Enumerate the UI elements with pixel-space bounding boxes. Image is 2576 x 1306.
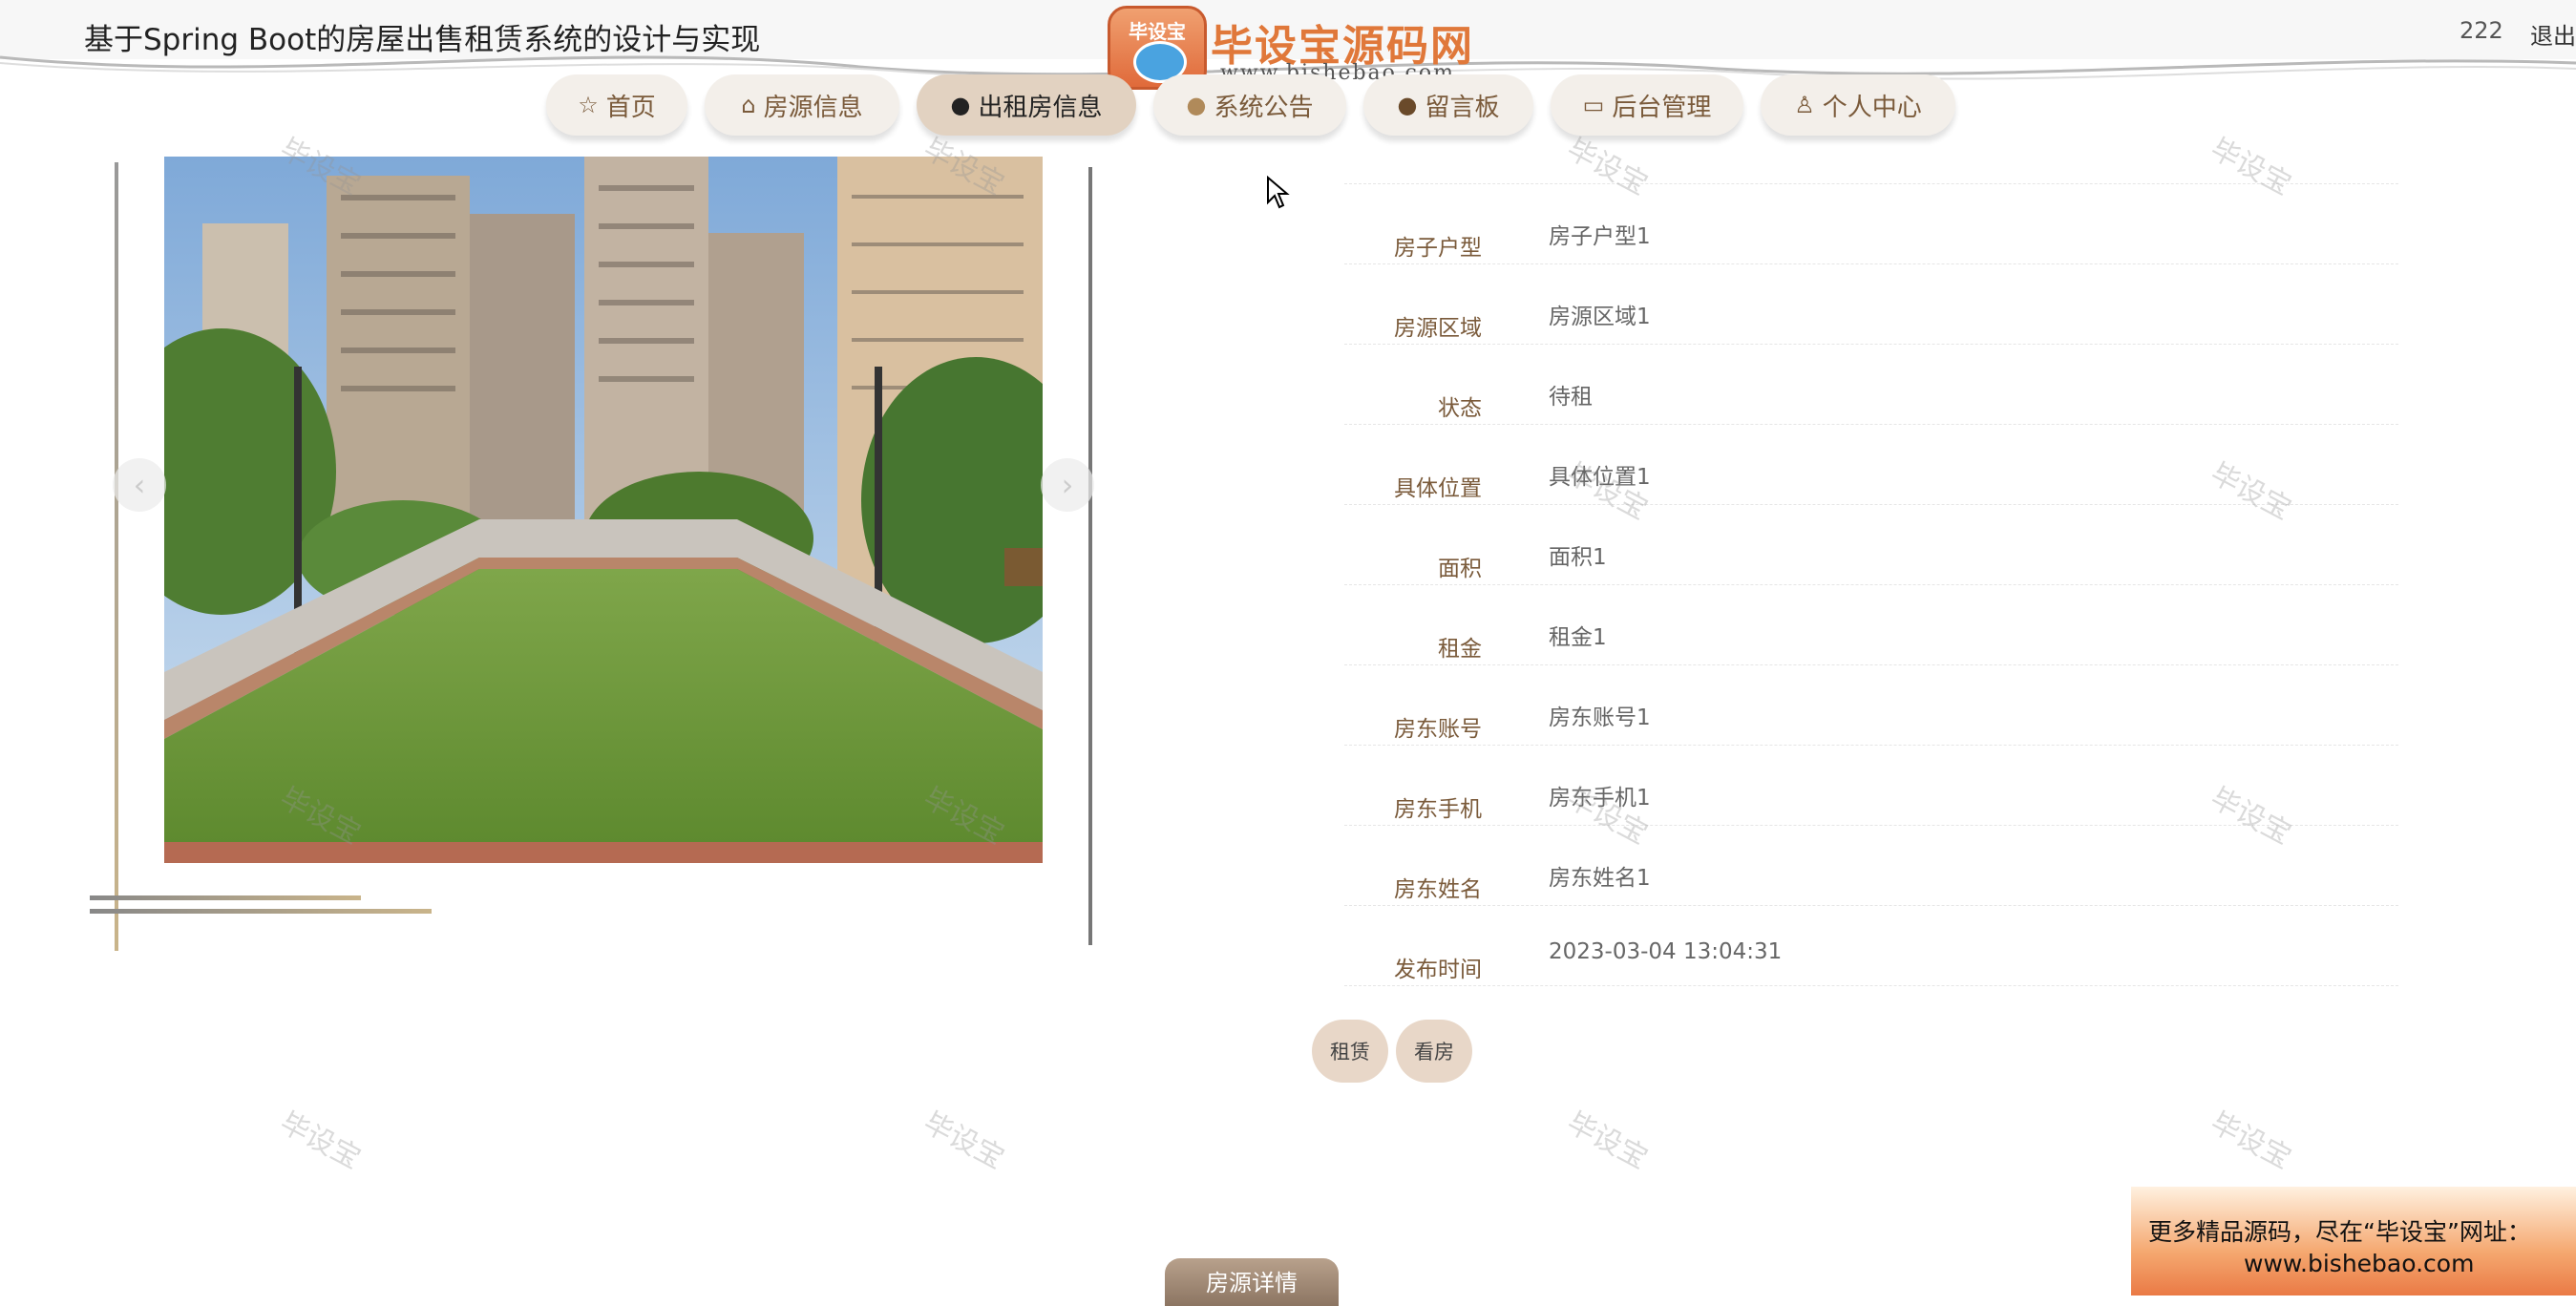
watermark-text: 毕设宝: [2205, 1106, 2297, 1176]
carousel-next-button[interactable]: ›: [1041, 458, 1094, 512]
property-detail-tab[interactable]: 房源详情: [1165, 1258, 1339, 1306]
nav-item-label: 出租房信息: [978, 93, 1103, 122]
detail-label: 房源区域: [1394, 316, 1482, 341]
promo-text: 更多精品源码，尽在“毕设宝”网址：: [2148, 1218, 2531, 1246]
detail-value: 房东账号1: [1549, 706, 1651, 730]
detail-label: 房东手机: [1394, 797, 1482, 822]
detail-value: 房源区域1: [1549, 305, 1651, 329]
chevron-right-icon: ›: [1061, 467, 1074, 503]
logout-link[interactable]: 退出: [2530, 17, 2576, 51]
site-title: 基于Spring Boot的房屋出售租赁系统的设计与实现: [84, 23, 761, 57]
nav-item-label: 个人中心: [1822, 93, 1922, 122]
promo-banner: 更多精品源码，尽在“毕设宝”网址： www.bishebao.com: [2131, 1187, 2576, 1295]
nav-item-label: 首页: [605, 93, 656, 122]
detail-row: 房源区域 房源区域1: [1344, 263, 2398, 345]
detail-label: 房东姓名: [1394, 877, 1482, 902]
detail-row: 面积 面积1: [1344, 504, 2398, 585]
detail-label: 房东账号: [1394, 717, 1482, 742]
rent-button[interactable]: 租赁: [1312, 1020, 1388, 1083]
nav-item-label: 房源信息: [763, 93, 863, 122]
carousel-prev-button[interactable]: ‹: [113, 458, 166, 512]
user-icon: ♙: [1794, 92, 1815, 118]
detail-row: 房子户型 房子户型1: [1344, 183, 2398, 264]
gallery-frame-right: [1088, 167, 1092, 945]
view-house-button[interactable]: 看房: [1396, 1020, 1472, 1083]
nav-item-label: 留言板: [1425, 93, 1500, 122]
detail-label: 具体位置: [1394, 476, 1482, 501]
nav-item-rentals[interactable]: ● 出租房信息: [917, 74, 1136, 136]
info-circle-icon: ●: [1397, 92, 1418, 118]
logo-badge-text: 毕设宝: [1129, 20, 1186, 43]
promo-url: www.bishebao.com: [2244, 1250, 2475, 1277]
detail-row: 房东姓名 房东姓名1: [1344, 825, 2398, 906]
detail-value: 租金1: [1549, 625, 1607, 650]
watermark-text: 毕设宝: [274, 1106, 367, 1176]
detail-row: 发布时间 2023-03-04 13:04:31: [1344, 905, 2398, 986]
nav-item-profile[interactable]: ♙ 个人中心: [1761, 74, 1955, 136]
detail-row: 状态 待租: [1344, 344, 2398, 425]
nav-item-home[interactable]: ☆ 首页: [546, 74, 687, 136]
detail-row: 租金 租金1: [1344, 584, 2398, 665]
property-photo: [164, 157, 1043, 863]
detail-value: 面积1: [1549, 545, 1607, 570]
detail-value: 房子户型1: [1549, 224, 1651, 249]
alert-circle-icon: ●: [950, 92, 971, 118]
detail-label: 状态: [1438, 396, 1482, 421]
nav-item-message-board[interactable]: ● 留言板: [1363, 74, 1533, 136]
gallery-decoration-line: [90, 909, 432, 914]
detail-label: 房子户型: [1394, 236, 1482, 261]
detail-label: 租金: [1438, 637, 1482, 662]
detail-label: 发布时间: [1394, 958, 1482, 982]
question-circle-icon: ●: [1186, 92, 1207, 118]
gallery-decoration-line: [90, 895, 361, 900]
chevron-left-icon: ‹: [133, 467, 146, 503]
star-icon: ☆: [578, 92, 599, 118]
detail-value: 2023-03-04 13:04:31: [1549, 939, 1783, 964]
detail-label: 面积: [1438, 557, 1482, 581]
briefcase-icon: ▭: [1582, 92, 1605, 118]
gallery-frame-left: [115, 162, 118, 951]
nav-item-label: 后台管理: [1612, 93, 1712, 122]
nav-item-announcements[interactable]: ● 系统公告: [1153, 74, 1346, 136]
detail-row: 房东账号 房东账号1: [1344, 664, 2398, 746]
detail-value: 待租: [1549, 385, 1593, 410]
watermark-text: 毕设宝: [918, 1106, 1010, 1176]
nav-item-label: 系统公告: [1214, 93, 1314, 122]
detail-value: 房东姓名1: [1549, 866, 1651, 891]
watermark-text: 毕设宝: [1561, 1106, 1654, 1176]
nav-item-listings[interactable]: ⌂ 房源信息: [705, 74, 899, 136]
house-icon: ⌂: [741, 92, 756, 118]
mouse-cursor-icon: [1267, 176, 1290, 209]
current-username[interactable]: 222: [2460, 17, 2503, 44]
